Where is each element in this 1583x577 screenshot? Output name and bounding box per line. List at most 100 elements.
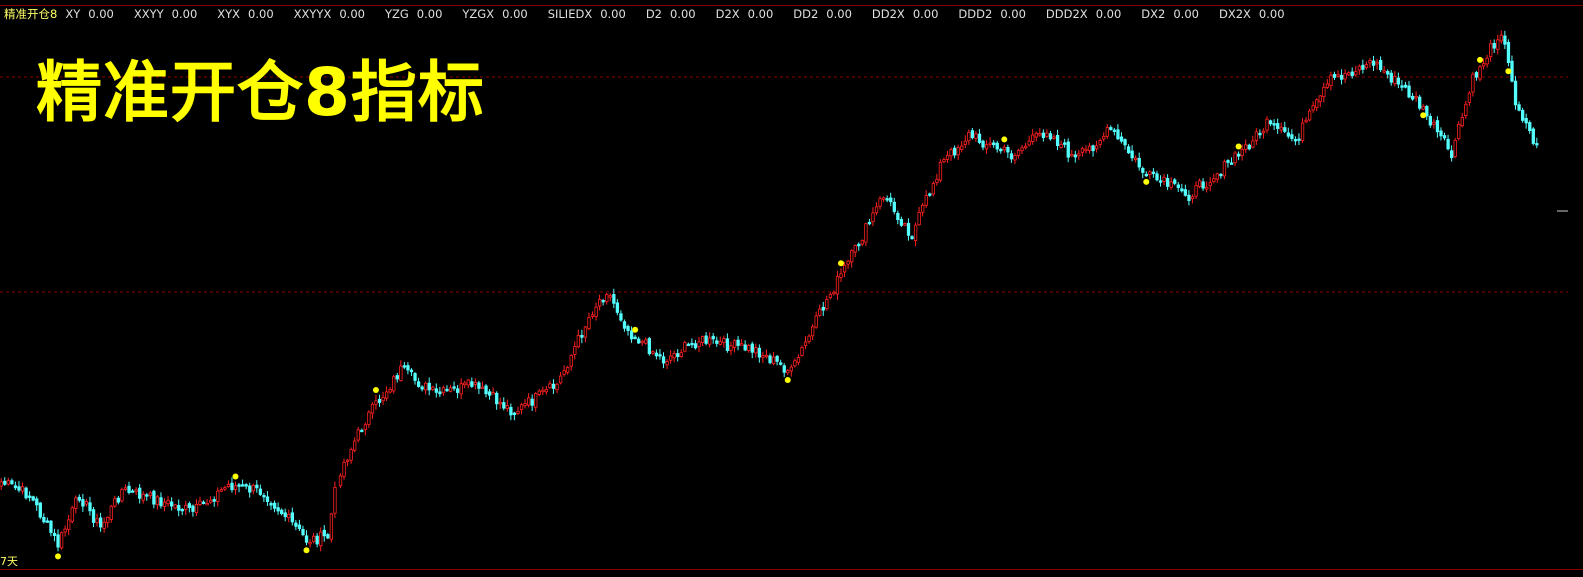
candle-down (1361, 64, 1365, 70)
candle-up (842, 265, 847, 273)
indicator-item: DDD2X 0.00 (1046, 7, 1141, 21)
candle-down (1524, 118, 1528, 124)
candle-up (1134, 157, 1138, 160)
candle-up (764, 354, 769, 358)
candle-down (1379, 60, 1383, 71)
candle-up (1279, 126, 1283, 131)
candle-up (1499, 34, 1503, 42)
indicator-item: DX2 0.00 (1141, 7, 1219, 21)
candle-down (601, 300, 605, 303)
candle-down (676, 353, 680, 357)
candle-up (226, 483, 231, 488)
candle-up (544, 388, 549, 393)
candle-up (874, 206, 879, 214)
candle-up (194, 503, 199, 514)
candle-down (637, 338, 641, 344)
candle-up (534, 393, 538, 408)
candle-up (392, 376, 396, 392)
candle-up (949, 149, 953, 157)
candle-down (995, 142, 999, 150)
candle-down (88, 502, 92, 512)
candle-up (811, 326, 815, 337)
candle-down (615, 302, 620, 313)
candle-up (399, 365, 403, 381)
candle-up (1031, 134, 1035, 142)
candle-up (1325, 83, 1330, 88)
candle-down (1144, 173, 1148, 177)
candle-down (1268, 120, 1273, 125)
candle-up (793, 360, 797, 367)
indicator-value: 0.00 (1095, 7, 1122, 21)
candle-up (333, 487, 337, 514)
candle-down (1371, 60, 1376, 66)
candle-up (1329, 74, 1333, 87)
candle-up (771, 356, 776, 364)
candle-up (1059, 143, 1063, 148)
candle-up (1485, 57, 1489, 65)
candle-up (583, 326, 588, 338)
candle-down (782, 365, 786, 373)
indicator-value: 0.00 (416, 7, 443, 21)
candle-up (198, 500, 202, 505)
candle-up (363, 424, 368, 430)
candle-up (853, 245, 857, 253)
candle-up (345, 459, 350, 463)
candle-up (669, 355, 673, 361)
indicator-item: XXYY 0.00 (134, 7, 217, 21)
chart-frame[interactable]: 精准开仓8 XY 0.00 XXYY 0.00 XYX 0.00 XXYYX 0.00 YZG 0… (0, 0, 1583, 577)
candle-up (1464, 103, 1468, 116)
candle-down (896, 212, 900, 221)
candle-up (205, 502, 209, 506)
indicator-item: XYX 0.00 (217, 7, 293, 21)
candle-down (1006, 147, 1010, 153)
candle-up (1013, 155, 1017, 161)
candle-up (1016, 149, 1021, 156)
candle-down (10, 480, 14, 485)
candle-up (329, 513, 334, 540)
candle-up (1496, 39, 1500, 50)
candle-down (180, 508, 184, 512)
candle-down (265, 496, 270, 503)
indicator-key: YZGX (462, 7, 495, 21)
candle-down (1389, 72, 1393, 83)
candle-down (1009, 153, 1014, 160)
candle-down (970, 130, 975, 139)
candle-up (548, 383, 552, 389)
candle-down (725, 338, 730, 351)
candle-down (1151, 171, 1156, 174)
candle-up (1070, 153, 1074, 157)
candle-down (768, 355, 772, 364)
indicator-value: 0.00 (826, 7, 852, 21)
candle-up (665, 360, 669, 366)
candle-down (1332, 73, 1337, 78)
candle-up (459, 383, 463, 395)
candle-down (1286, 132, 1290, 137)
candle-up (938, 161, 943, 181)
candle-down (230, 482, 234, 491)
candle-up (878, 198, 882, 207)
candle-down (395, 375, 399, 380)
candle-down (647, 338, 651, 355)
candle-down (821, 306, 825, 311)
candle-down (779, 362, 783, 365)
candle-down (1137, 157, 1141, 168)
candle-up (123, 487, 128, 490)
candle-up (1318, 95, 1322, 102)
candle-down (736, 339, 740, 346)
candle-up (209, 499, 213, 503)
indicator-name[interactable]: 精准开仓8 (4, 6, 57, 22)
candle-down (1386, 71, 1390, 75)
candle-down (455, 388, 460, 393)
candle-up (1347, 72, 1351, 76)
indicator-item: XY 0.00 (65, 7, 134, 21)
candle-up (1095, 145, 1099, 150)
candle-down (1048, 133, 1053, 140)
candle-down (31, 496, 35, 501)
candle-up (1087, 145, 1092, 151)
candle-down (1521, 109, 1525, 121)
candle-up (1478, 66, 1482, 80)
candle-down (992, 142, 996, 146)
candle-up (700, 336, 705, 343)
signal-dot (632, 326, 639, 333)
candle-up (1481, 63, 1486, 67)
